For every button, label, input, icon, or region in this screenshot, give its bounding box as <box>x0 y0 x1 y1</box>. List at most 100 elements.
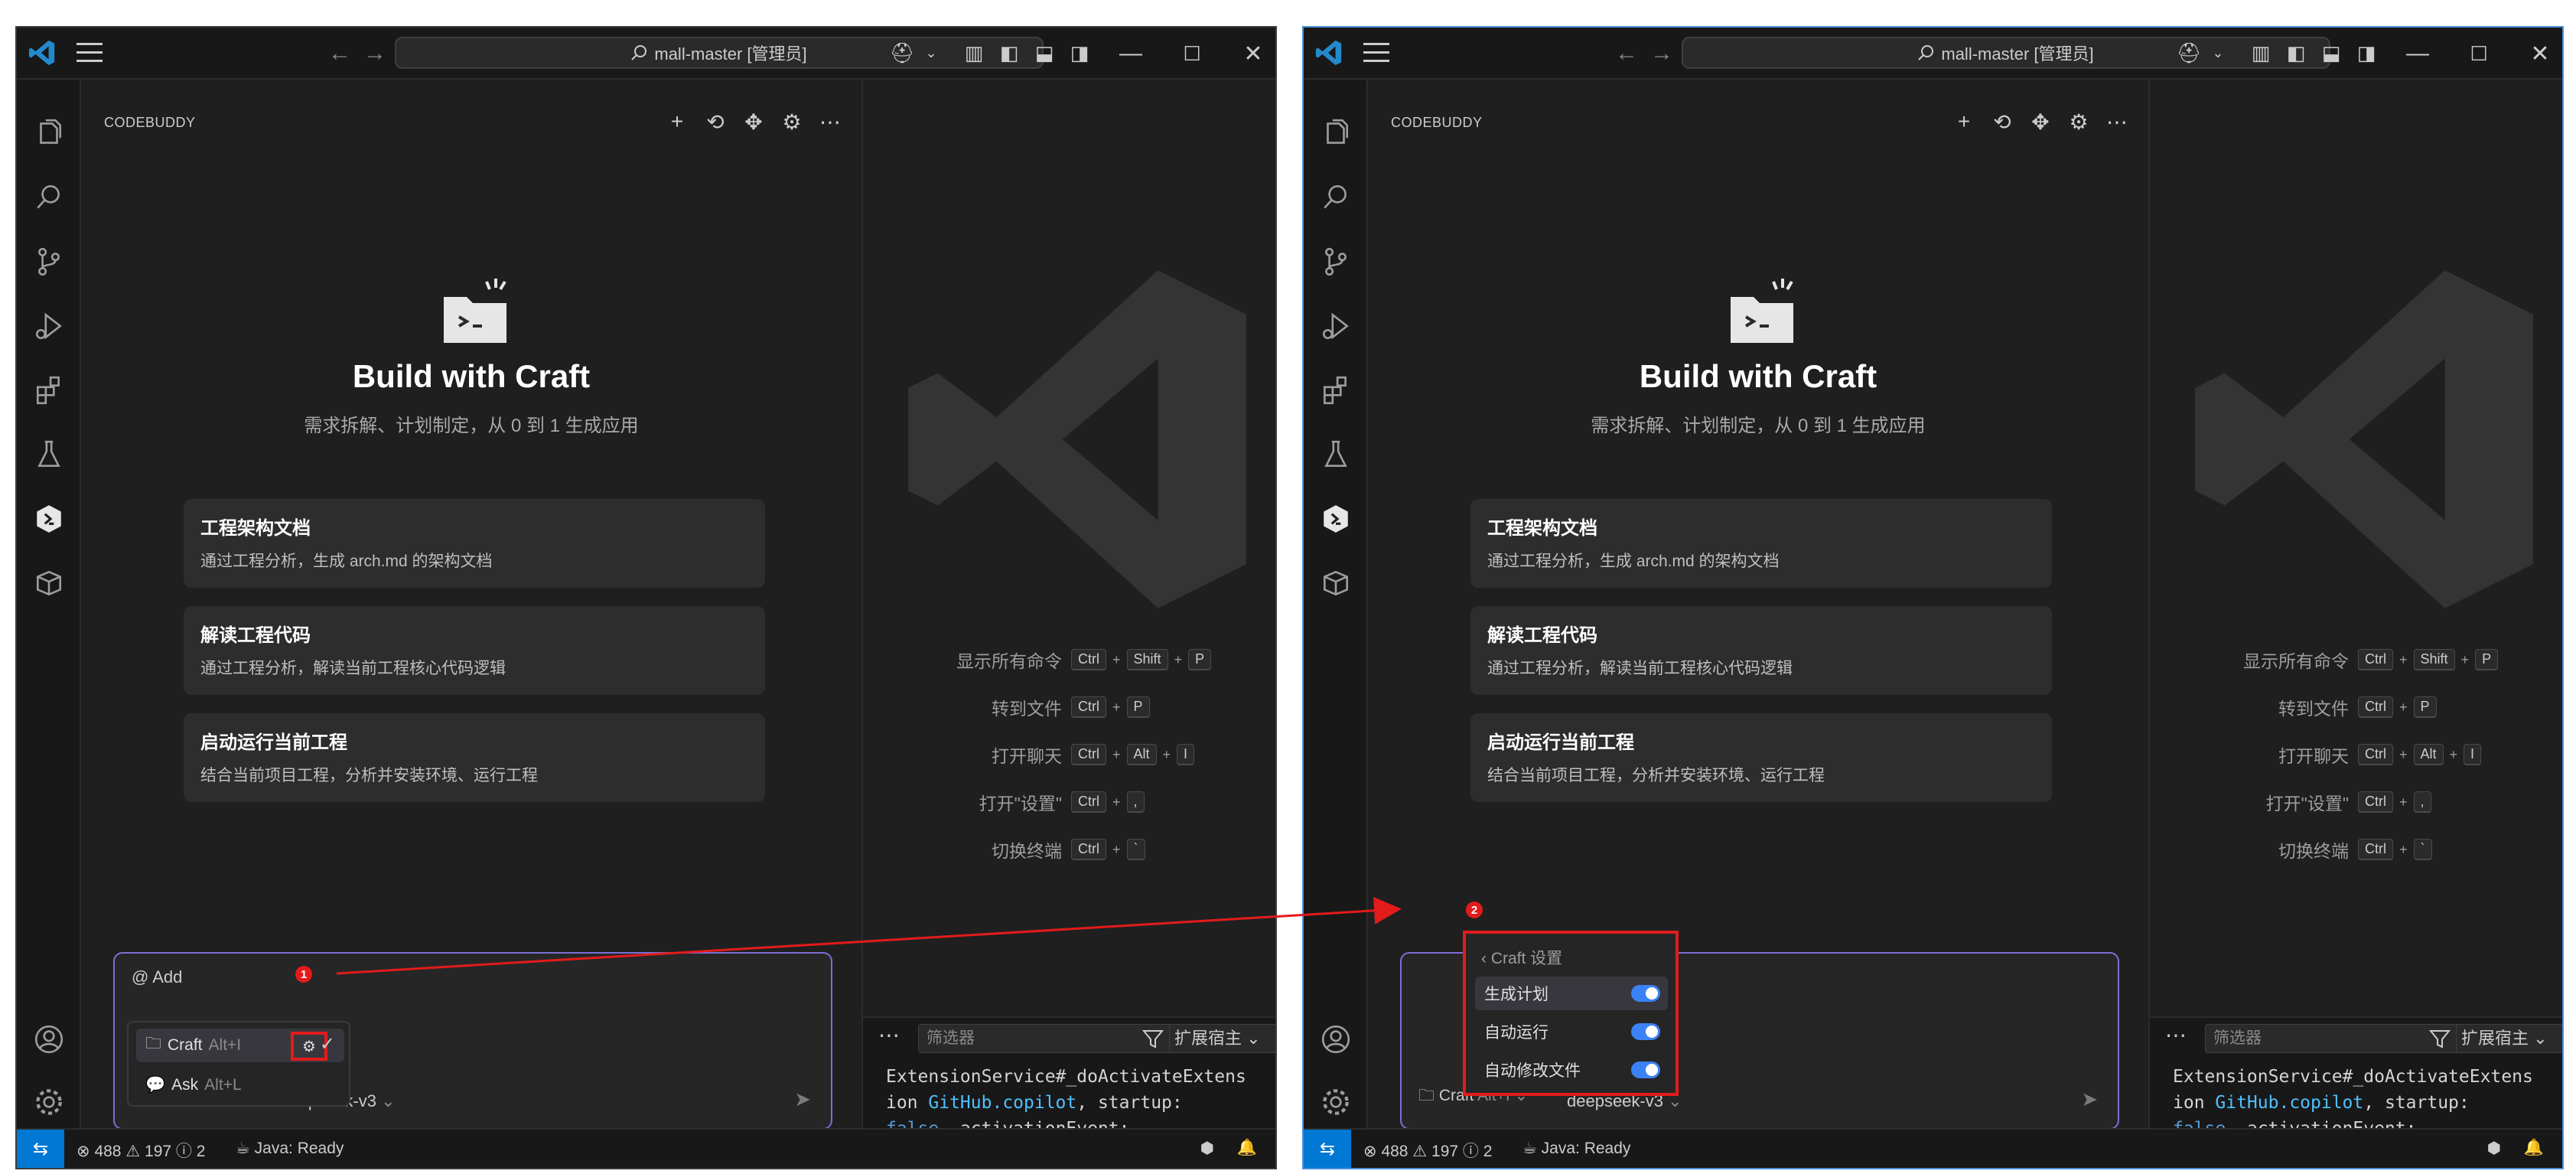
shortcut-row[interactable]: 切换终端 Ctrl + ` <box>2150 836 2562 866</box>
problems-indicator[interactable]: ⊗ 488 ⚠ 197 ⓘ 2 <box>77 1139 205 1162</box>
filter-input[interactable]: 筛选器 <box>2205 1024 2465 1053</box>
gear-icon[interactable] <box>31 1084 67 1120</box>
shortcut-row[interactable]: 切换终端 Ctrl + ` <box>863 836 1275 866</box>
plus-icon[interactable]: + <box>1952 109 1975 133</box>
account-icon[interactable] <box>31 1021 67 1058</box>
chevron-down-icon[interactable]: ⌄ <box>2205 40 2231 66</box>
toggle-panel-icon[interactable]: ⬓ <box>1031 40 1057 66</box>
filter-icon[interactable] <box>1141 1027 1164 1050</box>
suggestion-card-read[interactable]: 解读工程代码 通过工程分析，解读当前工程核心代码逻辑 <box>184 606 765 695</box>
menu-icon[interactable] <box>1363 43 1389 64</box>
toggle-sidebar-icon[interactable]: ◧ <box>2283 40 2309 66</box>
back-arrow-icon[interactable]: ← <box>1613 38 1640 69</box>
toggle-secondary-sidebar-icon[interactable]: ◨ <box>2353 40 2379 66</box>
shortcut-row[interactable]: 显示所有命令 Ctrl + Shift + P <box>2150 646 2562 677</box>
shortcut-row[interactable]: 转到文件 Ctrl + P <box>2150 693 2562 724</box>
maximize-icon[interactable]: ☐ <box>1169 37 1215 70</box>
suggestion-card-run[interactable]: 启动运行当前工程 结合当前项目工程，分析并安装环境、运行工程 <box>184 713 765 802</box>
setting-auto-run[interactable]: 自动运行 <box>1475 1015 1668 1048</box>
testing-flask-icon[interactable] <box>1317 436 1354 473</box>
shortcut-row[interactable]: 转到文件 Ctrl + P <box>863 693 1275 724</box>
close-icon[interactable]: ✕ <box>2517 37 2562 70</box>
layout-icon[interactable]: ▥ <box>961 40 987 66</box>
layout-icon[interactable]: ▥ <box>2248 40 2274 66</box>
extensions-icon[interactable] <box>1317 372 1354 409</box>
send-icon[interactable]: ➤ <box>2081 1088 2098 1111</box>
bell-icon[interactable]: 🔔 <box>1237 1139 1257 1157</box>
gear-icon[interactable] <box>1317 1084 1354 1120</box>
back-arrow-icon[interactable]: ← <box>326 38 353 69</box>
back-button[interactable]: ‹ Craft 设置 <box>1481 946 1562 969</box>
codebuddy-icon[interactable] <box>1317 501 1354 537</box>
forward-arrow-icon[interactable]: → <box>1648 38 1676 69</box>
close-icon[interactable]: ✕ <box>1230 37 1275 70</box>
more-icon[interactable]: ⋯ <box>819 110 842 134</box>
problems-indicator[interactable]: ⊗ 488 ⚠ 197 ⓘ 2 <box>1363 1139 1492 1162</box>
source-control-icon[interactable] <box>31 243 67 280</box>
toggle-switch[interactable] <box>1631 1023 1660 1040</box>
maximize-icon[interactable]: ☐ <box>2456 37 2502 70</box>
minimize-icon[interactable]: — <box>1108 37 1154 70</box>
more-icon[interactable]: ⋯ <box>2105 110 2128 134</box>
more-icon[interactable]: ⋯ <box>878 1022 900 1048</box>
mode-option-ask[interactable]: 💬 Ask Alt+L <box>136 1068 344 1102</box>
menu-icon[interactable] <box>77 43 103 64</box>
shortcut-row[interactable]: 打开聊天 Ctrl + Alt + I <box>2150 741 2562 771</box>
setting-auto-edit-files[interactable]: 自动修改文件 <box>1475 1053 1668 1087</box>
run-debug-icon[interactable] <box>1317 308 1354 344</box>
suggestion-card-run[interactable]: 启动运行当前工程 结合当前项目工程，分析并安装环境、运行工程 <box>1470 713 2052 802</box>
suggestion-card-arch[interactable]: 工程架构文档 通过工程分析，生成 arch.md 的架构文档 <box>1470 499 2052 588</box>
settings-icon[interactable]: ⚙ <box>780 110 803 134</box>
extensions-icon[interactable] <box>31 372 67 409</box>
copilot-icon[interactable]: ⛑ <box>889 40 915 66</box>
search-icon[interactable] <box>31 179 67 216</box>
explorer-icon[interactable] <box>1317 115 1354 152</box>
command-center-search[interactable]: mall-master [管理员] <box>395 37 1044 69</box>
toggle-switch[interactable] <box>1631 985 1660 1002</box>
output-channel-select[interactable]: 扩展宿主 ⌄ <box>2456 1024 2562 1053</box>
suggestion-card-read[interactable]: 解读工程代码 通过工程分析，解读当前工程核心代码逻辑 <box>1470 606 2052 695</box>
codebuddy-status-icon[interactable]: ⬢ <box>2487 1139 2501 1158</box>
remote-icon[interactable]: ⇆ <box>1304 1130 1351 1168</box>
history-icon[interactable]: ⟲ <box>1991 110 2014 134</box>
filter-input[interactable]: 筛选器 <box>918 1024 1178 1053</box>
java-status[interactable]: ☕ Java: Ready <box>1522 1139 1630 1158</box>
suggestion-card-arch[interactable]: 工程架构文档 通过工程分析，生成 arch.md 的架构文档 <box>184 499 765 588</box>
remote-icon[interactable]: ⇆ <box>17 1130 64 1168</box>
toggle-panel-icon[interactable]: ⬓ <box>2318 40 2344 66</box>
mode-option-craft[interactable]: 🗀 Craft Alt+I ⚙ ✓ <box>136 1029 344 1062</box>
plus-icon[interactable]: + <box>666 109 689 133</box>
codebuddy-icon[interactable] <box>31 501 67 537</box>
explorer-icon[interactable] <box>31 115 67 152</box>
run-debug-icon[interactable] <box>31 308 67 344</box>
package-box-icon[interactable] <box>31 565 67 602</box>
send-icon[interactable]: ➤ <box>794 1088 811 1111</box>
move-icon[interactable]: ✥ <box>742 110 765 134</box>
toggle-secondary-sidebar-icon[interactable]: ◨ <box>1067 40 1093 66</box>
shortcut-row[interactable]: 打开"设置" Ctrl +, <box>863 788 1275 819</box>
codebuddy-status-icon[interactable]: ⬢ <box>1200 1139 1214 1158</box>
setting-generate-plan[interactable]: 生成计划 <box>1475 977 1668 1010</box>
toggle-sidebar-icon[interactable]: ◧ <box>996 40 1022 66</box>
command-center-search[interactable]: mall-master [管理员] <box>1682 37 2330 69</box>
move-icon[interactable]: ✥ <box>2029 110 2052 134</box>
toggle-switch[interactable] <box>1631 1061 1660 1078</box>
copilot-icon[interactable]: ⛑ <box>2176 40 2202 66</box>
filter-icon[interactable] <box>2428 1027 2451 1050</box>
bell-icon[interactable]: 🔔 <box>2524 1139 2544 1157</box>
more-icon[interactable]: ⋯ <box>2165 1022 2187 1048</box>
minimize-icon[interactable]: — <box>2395 37 2441 70</box>
account-icon[interactable] <box>1317 1021 1354 1058</box>
search-icon[interactable] <box>1317 179 1354 216</box>
package-box-icon[interactable] <box>1317 565 1354 602</box>
shortcut-row[interactable]: 打开"设置" Ctrl +, <box>2150 788 2562 819</box>
add-context-button[interactable]: @ Add <box>132 967 182 987</box>
shortcut-row[interactable]: 显示所有命令 Ctrl + Shift + P <box>863 646 1275 677</box>
settings-icon[interactable]: ⚙ <box>2067 110 2090 134</box>
shortcut-row[interactable]: 打开聊天 Ctrl + Alt + I <box>863 741 1275 771</box>
java-status[interactable]: ☕ Java: Ready <box>236 1139 344 1158</box>
forward-arrow-icon[interactable]: → <box>361 38 389 69</box>
chevron-down-icon[interactable]: ⌄ <box>918 40 944 66</box>
history-icon[interactable]: ⟲ <box>704 110 727 134</box>
output-channel-select[interactable]: 扩展宿主 ⌄ <box>1169 1024 1275 1053</box>
